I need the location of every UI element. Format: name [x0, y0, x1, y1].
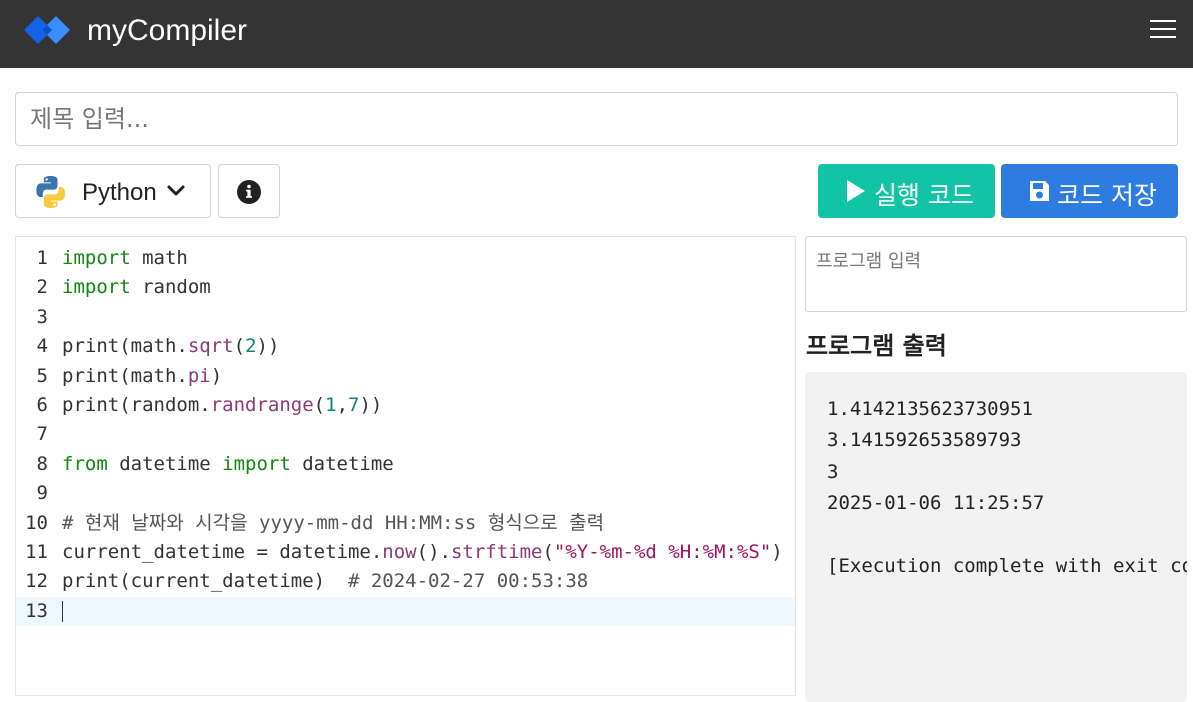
code-line-active[interactable]: 13	[16, 597, 795, 626]
line-number: 9	[36, 482, 48, 504]
code-text: from datetime import datetime	[62, 453, 394, 475]
code-line[interactable]: 7	[16, 420, 795, 449]
code-text: print(current_datetime) # 2024-02-27 00:…	[62, 570, 589, 592]
code-line[interactable]: 4 print(math.sqrt(2))	[16, 332, 795, 361]
mycompiler-logo-icon[interactable]	[24, 12, 72, 48]
code-text: print(math.pi)	[62, 365, 223, 387]
navbar: myCompiler	[0, 0, 1193, 68]
language-select-button[interactable]: Python	[15, 164, 211, 218]
line-number: 8	[36, 453, 48, 475]
output-panel: 1.4142135623730951 3.141592653589793 3 2…	[805, 372, 1187, 702]
line-number: 11	[25, 541, 48, 563]
output-line: 3.141592653589793	[827, 429, 1022, 451]
run-code-button[interactable]: 실행 코드	[818, 164, 995, 218]
text-cursor	[62, 601, 63, 622]
code-line[interactable]: 8 from datetime import datetime	[16, 450, 795, 479]
line-number: 10	[25, 512, 48, 534]
line-number: 13	[25, 600, 48, 622]
code-text: print(math.sqrt(2))	[62, 335, 280, 357]
line-number: 1	[36, 247, 48, 269]
output-line: 1.4142135623730951	[827, 398, 1033, 420]
play-icon	[847, 180, 865, 202]
line-number: 12	[25, 570, 48, 592]
save-code-label: 코드 저장	[1057, 181, 1157, 210]
code-line[interactable]: 6 print(random.randrange(1,7))	[16, 391, 795, 420]
chevron-down-icon	[167, 185, 185, 196]
info-button[interactable]	[218, 164, 280, 218]
code-line[interactable]: 12 print(current_datetime) # 2024-02-27 0…	[16, 567, 795, 596]
line-number: 4	[36, 335, 48, 357]
code-text: import math	[62, 247, 188, 269]
code-line[interactable]: 10 # 현재 날짜와 시각을 yyyy-mm-dd HH:MM:ss 형식으로 …	[16, 509, 795, 538]
line-number: 7	[36, 423, 48, 445]
output-heading: 프로그램 출력	[806, 332, 947, 360]
code-comment: # 현재 날짜와 시각을 yyyy-mm-dd HH:MM:ss 형식으로 출력	[62, 512, 605, 534]
output-line: 3	[827, 461, 839, 483]
line-number: 3	[36, 306, 48, 328]
code-text: import random	[62, 276, 211, 298]
floppy-disk-icon	[1030, 181, 1049, 201]
code-text: print(random.randrange(1,7))	[62, 394, 383, 416]
line-number: 2	[36, 276, 48, 298]
code-line[interactable]: 11 current_datetime = datetime.now().strf…	[16, 538, 795, 567]
code-editor[interactable]: 1 import math 2 import random 3 4 print(mat…	[15, 236, 796, 696]
python-icon	[36, 176, 65, 208]
hamburger-menu-icon[interactable]	[1150, 18, 1176, 40]
code-line[interactable]: 2 import random	[16, 273, 795, 302]
output-line: 2025-01-06 11:25:57	[827, 492, 1045, 514]
line-number: 6	[36, 394, 48, 416]
save-code-button[interactable]: 코드 저장	[1001, 164, 1178, 218]
run-code-label: 실행 코드	[874, 181, 974, 210]
code-text: current_datetime = datetime.now().strfti…	[62, 541, 783, 563]
info-icon	[237, 180, 261, 204]
language-label: Python	[82, 179, 157, 206]
brand-name[interactable]: myCompiler	[87, 13, 247, 49]
code-line[interactable]: 9	[16, 479, 795, 508]
output-line: [Execution complete with exit code 0]	[827, 555, 1187, 577]
code-line[interactable]: 1 import math	[16, 244, 795, 273]
code-line[interactable]: 5 print(math.pi)	[16, 362, 795, 391]
code-line[interactable]: 3	[16, 303, 795, 332]
program-input[interactable]	[805, 236, 1187, 312]
line-number: 5	[36, 365, 48, 387]
title-input[interactable]	[15, 92, 1178, 146]
